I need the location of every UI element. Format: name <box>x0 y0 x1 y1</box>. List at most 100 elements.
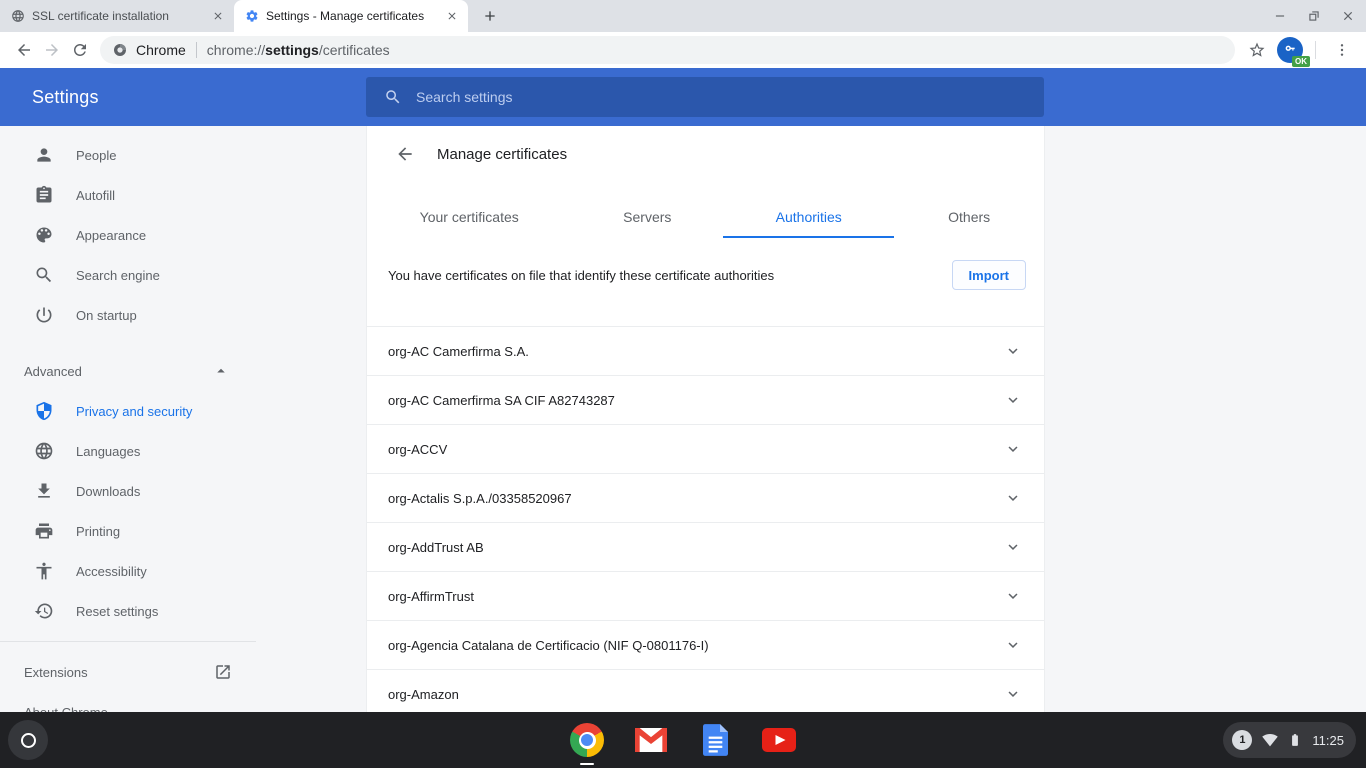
sidebar-item-label: Printing <box>76 524 120 539</box>
certificate-row[interactable]: org-ACCV <box>367 424 1044 473</box>
launcher-button[interactable] <box>8 720 48 760</box>
chromeos-screen: SSL certificate installation Settings - … <box>0 0 1366 768</box>
certificate-row[interactable]: org-Amazon <box>367 669 1044 712</box>
browser-tab-settings[interactable]: Settings - Manage certificates <box>234 0 468 32</box>
search-icon <box>34 265 54 285</box>
browser-menu-icon[interactable] <box>1328 36 1356 64</box>
window-controls <box>1272 0 1356 32</box>
back-arrow-icon[interactable] <box>395 144 415 164</box>
certificate-name: org-AC Camerfirma SA CIF A82743287 <box>388 393 615 408</box>
sidebar-item-extensions[interactable]: Extensions <box>0 652 256 692</box>
browser-tab-ssl[interactable]: SSL certificate installation <box>0 0 234 32</box>
tab-your-certificates[interactable]: Your certificates <box>367 196 571 238</box>
profile-avatar[interactable]: OK <box>1277 37 1303 63</box>
chevron-down-icon[interactable] <box>1004 342 1022 360</box>
new-tab-button[interactable] <box>476 2 504 30</box>
printer-icon <box>34 521 54 541</box>
tab-servers[interactable]: Servers <box>571 196 723 238</box>
certificate-name: org-Agencia Catalana de Certificacio (NI… <box>388 638 709 653</box>
search-input[interactable] <box>416 89 976 105</box>
sidebar-item-languages[interactable]: Languages <box>0 431 256 471</box>
reload-icon[interactable] <box>66 36 94 64</box>
shelf-app-docs[interactable] <box>698 723 732 757</box>
page-info-icon[interactable] <box>112 42 128 58</box>
forward-icon[interactable] <box>38 36 66 64</box>
globe-favicon-icon <box>10 8 26 24</box>
sidebar-item-label: Accessibility <box>76 564 147 579</box>
settings-search-box[interactable] <box>366 77 1044 117</box>
globe-icon <box>34 441 54 461</box>
chromeos-shelf: 1 11:25 <box>0 712 1366 768</box>
certificate-name: org-AddTrust AB <box>388 540 484 555</box>
tab-title: Settings - Manage certificates <box>266 9 438 23</box>
url-text: chrome://settings/certificates <box>207 42 390 58</box>
close-window-icon[interactable] <box>1340 8 1356 24</box>
sidebar-item-appearance[interactable]: Appearance <box>0 215 256 255</box>
chrome-icon <box>570 723 604 757</box>
sidebar-item-about-chrome[interactable]: About Chrome <box>0 692 256 712</box>
sidebar-item-autofill[interactable]: Autofill <box>0 175 256 215</box>
chevron-down-icon[interactable] <box>1004 489 1022 507</box>
browser-tab-strip: SSL certificate installation Settings - … <box>0 0 1366 32</box>
certificate-row[interactable]: org-Agencia Catalana de Certificacio (NI… <box>367 620 1044 669</box>
chip-separator <box>196 42 197 58</box>
restore-icon <box>34 601 54 621</box>
sidebar-item-label: Appearance <box>76 228 146 243</box>
restore-window-icon[interactable] <box>1306 8 1322 24</box>
certificate-row[interactable]: org-AC Camerfirma S.A. <box>367 326 1044 375</box>
status-tray[interactable]: 1 11:25 <box>1223 722 1356 758</box>
chevron-down-icon[interactable] <box>1004 440 1022 458</box>
chevron-down-icon[interactable] <box>1004 391 1022 409</box>
back-icon[interactable] <box>10 36 38 64</box>
wifi-icon <box>1262 732 1278 748</box>
authorities-description: You have certificates on file that ident… <box>388 268 774 283</box>
close-tab-icon[interactable] <box>210 8 226 24</box>
certificate-row[interactable]: org-Actalis S.p.A./03358520967 <box>367 473 1044 522</box>
tab-authorities[interactable]: Authorities <box>723 196 894 238</box>
chevron-down-icon[interactable] <box>1004 636 1022 654</box>
chevron-down-icon[interactable] <box>1004 685 1022 703</box>
certificate-name: org-Amazon <box>388 687 459 702</box>
card-title: Manage certificates <box>437 146 567 163</box>
sidebar-item-people[interactable]: People <box>0 135 256 175</box>
manage-certificates-card: Manage certificates Your certificates Se… <box>366 126 1045 712</box>
sidebar-item-search-engine[interactable]: Search engine <box>0 255 256 295</box>
shelf-app-chrome[interactable] <box>570 723 604 757</box>
minimize-icon[interactable] <box>1272 8 1288 24</box>
autofill-icon <box>34 185 54 205</box>
clock: 11:25 <box>1312 733 1344 748</box>
certificate-row[interactable]: org-AC Camerfirma SA CIF A82743287 <box>367 375 1044 424</box>
sidebar-item-label: Privacy and security <box>76 404 192 419</box>
youtube-icon <box>762 728 796 752</box>
certificate-row[interactable]: org-AddTrust AB <box>367 522 1044 571</box>
sidebar-item-downloads[interactable]: Downloads <box>0 471 256 511</box>
settings-content: People Autofill Appearance Search engine… <box>0 126 1366 712</box>
sidebar-item-label: Reset settings <box>76 604 158 619</box>
launcher-ring-icon <box>21 733 36 748</box>
sidebar-item-accessibility[interactable]: Accessibility <box>0 551 256 591</box>
open-in-new-icon <box>214 663 232 681</box>
profile-status-badge: OK <box>1292 56 1310 67</box>
tab-others[interactable]: Others <box>894 196 1044 238</box>
sidebar-item-on-startup[interactable]: On startup <box>0 295 256 335</box>
settings-header: Settings <box>0 68 1366 126</box>
import-button[interactable]: Import <box>952 260 1026 290</box>
sidebar-item-reset-settings[interactable]: Reset settings <box>0 591 256 631</box>
toolbar-right: OK <box>1243 36 1356 64</box>
sidebar-item-label: On startup <box>76 308 137 323</box>
sidebar-item-printing[interactable]: Printing <box>0 511 256 551</box>
sidebar-advanced-toggle[interactable]: Advanced <box>0 351 256 391</box>
certificate-row[interactable]: org-AffirmTrust <box>367 571 1044 620</box>
power-icon <box>34 305 54 325</box>
shelf-app-youtube[interactable] <box>762 723 796 757</box>
collapse-caret-icon <box>212 362 230 380</box>
chevron-down-icon[interactable] <box>1004 587 1022 605</box>
chevron-down-icon[interactable] <box>1004 538 1022 556</box>
close-tab-icon[interactable] <box>444 8 460 24</box>
battery-icon <box>1288 732 1302 748</box>
bookmark-star-icon[interactable] <box>1243 36 1271 64</box>
sidebar-item-privacy-security[interactable]: Privacy and security <box>0 391 256 431</box>
address-bar[interactable]: Chrome chrome://settings/certificates <box>100 36 1235 64</box>
shelf-app-gmail[interactable] <box>634 723 668 757</box>
certificate-name: org-ACCV <box>388 442 447 457</box>
